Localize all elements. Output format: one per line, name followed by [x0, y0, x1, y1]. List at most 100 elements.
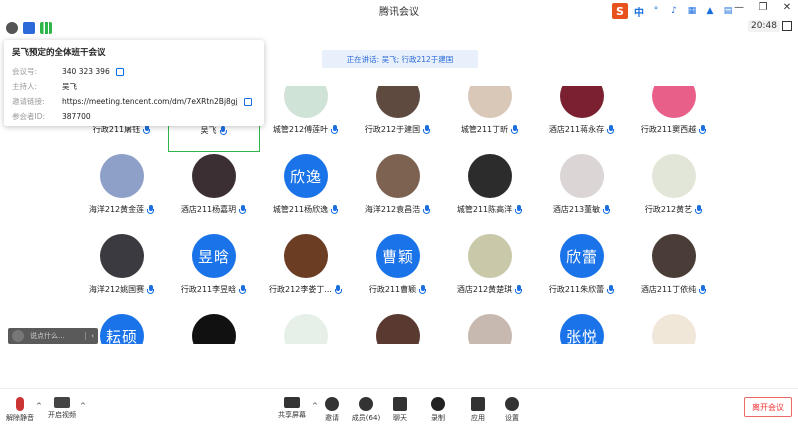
participant-tile[interactable]: 昱晗行政211李昱晗 — [168, 232, 260, 312]
avatar — [652, 234, 696, 278]
copy-icon[interactable] — [115, 67, 124, 76]
share-screen-button[interactable]: 共享屏幕 — [272, 397, 312, 420]
participant-tile[interactable]: 酒店212黄楚琪 — [444, 232, 536, 312]
participant-tile[interactable]: 酒店211丁依纯 — [628, 232, 720, 312]
ime-lang-toggle[interactable]: 中 — [634, 4, 644, 19]
avatar — [652, 154, 696, 198]
participant-tile[interactable]: 城管211陈高洋 — [444, 152, 536, 232]
ime-voice-icon[interactable]: ♪ — [668, 5, 680, 17]
meeting-toolbar: 解除静音 开启视频 共享屏幕 邀请 成员(64) 聊天 录制 应用 设置 — [0, 388, 798, 427]
avatar — [284, 234, 328, 278]
leave-meeting-button[interactable]: 离开会议 — [744, 397, 792, 417]
shield-icon[interactable] — [23, 22, 35, 34]
avatar: 昱晗 — [192, 234, 236, 278]
avatar — [468, 86, 512, 118]
copy-icon[interactable] — [243, 97, 252, 106]
chat-label: 聊天 — [393, 414, 407, 422]
participant-tile[interactable]: 酒店213董敏 — [536, 152, 628, 232]
participant-name: 海洋212姚国赛 — [76, 284, 168, 295]
avatar — [376, 314, 420, 344]
participant-tile[interactable]: 城管211丁昕 — [444, 86, 536, 152]
participant-tile[interactable] — [628, 312, 720, 344]
info-value[interactable]: https://meeting.tencent.com/dm/7eXRtn2Bj… — [62, 97, 238, 106]
info-label: 邀请链接: — [12, 97, 45, 106]
mic-icon — [694, 204, 703, 215]
chat-button[interactable]: 聊天 — [380, 397, 420, 423]
participant-tile[interactable]: 欣逸 城管211杨欣逸 — [260, 152, 352, 232]
start-video-button[interactable]: 开启视频 — [42, 397, 82, 420]
participant-name-text: 行政211曹颖 — [368, 285, 417, 294]
restore-button[interactable]: ❐ — [758, 2, 768, 13]
info-icon[interactable] — [6, 22, 18, 34]
share-options-caret[interactable]: ^ — [312, 402, 318, 410]
participant-name: 城管211杨欣逸 — [260, 204, 352, 215]
participant-tile[interactable]: 张悦 — [536, 312, 628, 344]
participant-name-text: 城管211杨欣逸 — [272, 205, 329, 214]
meeting-info-popup: 吴飞预定的全体班干会议 会议号: 340 323 396 主持人: 吴飞 邀请链接: ht… — [4, 40, 264, 126]
participant-name: 行政212李娄丁... — [260, 284, 352, 295]
participant-name-text: 酒店211蒋永存 — [548, 125, 605, 134]
chat-quick-input[interactable]: 说点什么... ‹ — [8, 328, 98, 344]
participant-name-text: 酒店212黄楚琪 — [456, 285, 513, 294]
mic-icon — [698, 124, 707, 135]
participant-tile[interactable]: 酒店211杨嘉玥 — [168, 152, 260, 232]
gear-icon — [505, 397, 519, 411]
participant-tile[interactable]: 海洋212姚国赛 — [76, 232, 168, 312]
participant-tile[interactable]: 行政212于建国 — [352, 86, 444, 152]
close-button[interactable]: ✕ — [782, 2, 792, 13]
fullscreen-icon[interactable] — [782, 21, 792, 31]
participant-tile[interactable] — [260, 312, 352, 344]
info-value[interactable]: 吴飞 — [62, 81, 77, 92]
ime-keyboard-icon[interactable]: ▦ — [686, 5, 698, 17]
participant-tile[interactable] — [444, 312, 536, 344]
mic-icon — [219, 125, 228, 136]
unmute-button[interactable]: 解除静音 — [0, 397, 40, 423]
participant-tile[interactable]: 海洋212袁昌浩 — [352, 152, 444, 232]
ime-toolbar[interactable]: S 中 ° ♪ ▦ ▲ ▤ — [612, 2, 734, 20]
video-options-caret[interactable]: ^ — [80, 402, 86, 410]
avatar — [468, 314, 512, 344]
ime-skin-icon[interactable]: ▲ — [704, 5, 716, 17]
participant-name-text: 吴飞 — [200, 126, 217, 135]
participant-name-text: 海洋212姚国赛 — [88, 285, 145, 294]
info-value[interactable]: 340 323 396 — [62, 67, 110, 76]
collapse-chat-button[interactable]: ‹ — [85, 332, 94, 340]
participant-tile[interactable]: 欣蕾 行政211朱欣蕾 — [536, 232, 628, 312]
participant-tile[interactable]: 行政212李娄丁... — [260, 232, 352, 312]
meeting-info-row: 会议号: 340 323 396 — [12, 64, 256, 79]
avatar — [560, 154, 604, 198]
title-bar: 腾讯会议 S 中 ° ♪ ▦ ▲ ▤ — ❐ ✕ — [0, 0, 798, 20]
participant-tile[interactable]: 行政211窦西越 — [628, 86, 720, 152]
participant-name: 行政211曹颖 — [352, 284, 444, 295]
participant-name: 酒店211丁依纯 — [628, 284, 720, 295]
meeting-window: 腾讯会议 S 中 ° ♪ ▦ ▲ ▤ — ❐ ✕ 20:48 正在讲话: 吴飞;… — [0, 0, 798, 427]
signal-icon[interactable] — [40, 22, 52, 34]
participant-tile[interactable]: 酒店211蒋永存 — [536, 86, 628, 152]
meeting-info-row: 参会者ID: 387700 — [12, 109, 256, 124]
ime-menu-icon[interactable]: ▤ — [722, 5, 734, 17]
participant-tile[interactable] — [352, 312, 444, 344]
audio-options-caret[interactable]: ^ — [36, 402, 42, 410]
meeting-info-row: 邀请链接: https://meeting.tencent.com/dm/7eXR… — [12, 94, 256, 109]
meeting-title: 吴飞预定的全体班干会议 — [12, 48, 106, 58]
ime-punct-icon[interactable]: ° — [650, 5, 662, 17]
participant-tile[interactable]: 海洋212黄金莲 — [76, 152, 168, 232]
settings-label: 设置 — [505, 414, 519, 422]
mic-icon — [238, 284, 247, 295]
participant-name-text: 行政211李昱晗 — [180, 285, 237, 294]
info-value[interactable]: 387700 — [62, 112, 91, 121]
mic-icon — [418, 284, 427, 295]
participant-tile[interactable] — [168, 312, 260, 344]
participant-name-text: 行政212黄艺 — [644, 205, 693, 214]
minimize-button[interactable]: — — [734, 2, 744, 13]
avatar — [468, 154, 512, 198]
avatar — [652, 314, 696, 344]
settings-button[interactable]: 设置 — [492, 397, 532, 423]
participant-tile[interactable]: 城管212傅莲叶 — [260, 86, 352, 152]
record-button[interactable]: 录制 — [418, 397, 458, 423]
sogou-logo-icon[interactable]: S — [612, 3, 628, 19]
participant-tile[interactable]: 曹颖 行政211曹颖 — [352, 232, 444, 312]
participant-tile[interactable]: 行政212黄艺 — [628, 152, 720, 232]
participant-name: 城管211陈高洋 — [444, 204, 536, 215]
record-icon — [431, 397, 445, 411]
